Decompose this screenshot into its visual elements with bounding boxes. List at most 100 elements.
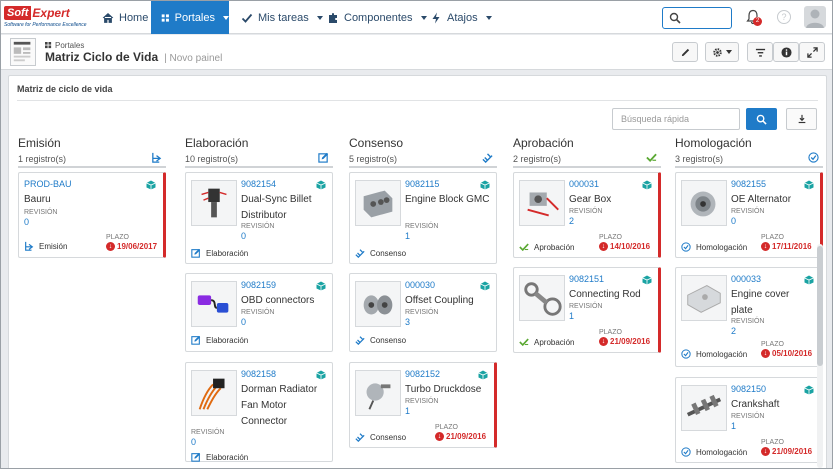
chevron-down-icon bbox=[485, 15, 492, 20]
card-000033[interactable]: 000033 Engine cover plate REVISIÓN 2 PLA… bbox=[675, 267, 823, 367]
card-code[interactable]: 9082155 bbox=[731, 179, 766, 189]
card-9082159[interactable]: 9082159 OBD connectors REVISIÓN 0 Elabor… bbox=[185, 273, 333, 352]
nav-home-label: Home bbox=[119, 11, 149, 24]
nav-shortcuts[interactable]: Atajos bbox=[430, 1, 492, 34]
expand-button[interactable] bbox=[799, 42, 825, 62]
card-code[interactable]: 000030 bbox=[405, 280, 435, 290]
homologation-icon bbox=[808, 152, 819, 163]
approval-icon bbox=[519, 243, 529, 252]
card-code[interactable]: 9082115 bbox=[405, 179, 439, 189]
card-code[interactable]: 9082154 bbox=[241, 179, 276, 189]
card-name: Gear Box bbox=[569, 194, 612, 205]
column-count: 5 registro(s) bbox=[349, 154, 398, 164]
page-title-text: Matriz Ciclo de Vida bbox=[45, 50, 159, 64]
column-count: 2 registro(s) bbox=[513, 154, 562, 164]
arrow-down-icon: ↓ bbox=[761, 242, 770, 251]
approval-icon bbox=[519, 338, 529, 347]
nav-tasks[interactable]: Mis tareas bbox=[241, 1, 323, 34]
stage-label: Consenso bbox=[355, 248, 406, 258]
revision-label: REVISIÓN bbox=[405, 223, 439, 230]
column-count: 3 registro(s) bbox=[675, 154, 724, 164]
nav-components[interactable]: Componentes bbox=[327, 1, 427, 34]
softexpert-logo[interactable]: Soft Expert Software for Performance Exce… bbox=[4, 5, 88, 30]
revision-value: 0 bbox=[191, 437, 197, 447]
nav-portals-label: Portales bbox=[174, 11, 215, 24]
part-thumbnail bbox=[191, 370, 237, 416]
grid-icon bbox=[161, 13, 169, 22]
card-name: Connecting Rod bbox=[569, 289, 641, 300]
approval-icon bbox=[646, 153, 657, 163]
card-9082115[interactable]: 9082115 Engine Block GMC REVISIÓN 1 Cons… bbox=[349, 172, 497, 264]
due-text: 14/10/2016 bbox=[610, 242, 651, 251]
part-thumbnail bbox=[519, 180, 565, 226]
card-code[interactable]: 000033 bbox=[731, 274, 761, 284]
vertical-scrollbar-thumb[interactable] bbox=[817, 246, 823, 366]
arrow-down-icon: ↓ bbox=[599, 242, 608, 251]
card-name: Turbo Druckdose bbox=[405, 384, 482, 395]
part-thumbnail bbox=[355, 180, 401, 226]
due-date: ↓ 17/11/2016 bbox=[761, 242, 812, 251]
card-name: Dual-Sync Billet Distributor bbox=[241, 194, 312, 221]
card-9082151[interactable]: 9082151 Connecting Rod REVISIÓN 1 PLAZO … bbox=[513, 267, 661, 353]
plazo-label: PLAZO bbox=[761, 234, 784, 241]
stage-text: Elaboración bbox=[206, 335, 249, 345]
logo-tagline: Software for Performance Excellence bbox=[4, 22, 87, 28]
column-rule bbox=[513, 166, 661, 168]
card-9082154[interactable]: 9082154 Dual-Sync Billet Distributor REV… bbox=[185, 172, 333, 264]
card-name: OBD connectors bbox=[241, 295, 315, 306]
revision-value: 0 bbox=[241, 231, 247, 241]
card-9082155[interactable]: 9082155 OE Alternator REVISIÓN 0 PLAZO H… bbox=[675, 172, 823, 258]
quick-search-input[interactable]: Búsqueda rápida bbox=[612, 108, 740, 130]
due-text: 17/11/2016 bbox=[772, 242, 812, 251]
edit-button[interactable] bbox=[672, 42, 698, 62]
quick-search-button[interactable] bbox=[746, 108, 777, 130]
cube-icon bbox=[316, 370, 326, 380]
card-9082150[interactable]: 9082150 Crankshaft REVISIÓN 1 PLAZO Homo… bbox=[675, 377, 823, 463]
due-date: ↓ 05/10/2016 bbox=[761, 349, 812, 358]
card-000031[interactable]: 000031 Gear Box REVISIÓN 2 PLAZO Aprobac… bbox=[513, 172, 661, 258]
card-code[interactable]: 000031 bbox=[569, 179, 599, 189]
nav-portals[interactable]: Portales bbox=[151, 1, 229, 34]
column-rule bbox=[18, 166, 166, 168]
global-search[interactable] bbox=[662, 7, 732, 29]
stage-label: Homologación bbox=[681, 349, 747, 359]
part-thumbnail bbox=[681, 180, 727, 226]
stage-label: Consenso bbox=[355, 335, 406, 345]
nav-components-label: Componentes bbox=[344, 11, 413, 24]
card-9082158[interactable]: 9082158 Dorman Radiator Fan Motor Connec… bbox=[185, 362, 333, 462]
card-code[interactable]: 9082150 bbox=[731, 384, 766, 394]
plazo-label: PLAZO bbox=[106, 234, 129, 241]
arrow-down-icon: ↓ bbox=[761, 447, 770, 456]
stage-text: Homologación bbox=[696, 447, 748, 457]
stage-label: Elaboración bbox=[191, 248, 248, 258]
breadcrumb[interactable]: Portales bbox=[45, 41, 84, 50]
card-code[interactable]: 9082151 bbox=[569, 274, 604, 284]
help-icon[interactable]: ? bbox=[777, 10, 791, 24]
homologation-icon bbox=[681, 447, 691, 457]
card-code[interactable]: PROD-BAU bbox=[24, 179, 72, 189]
card-prod-bau[interactable]: PROD-BAU Bauru REVISIÓN 0 PLAZO Emisión … bbox=[18, 172, 166, 258]
settings-button[interactable] bbox=[705, 42, 739, 62]
search-icon bbox=[756, 114, 767, 125]
avatar[interactable] bbox=[804, 6, 826, 28]
card-code[interactable]: 9082152 bbox=[405, 369, 440, 379]
card-code[interactable]: 9082159 bbox=[241, 280, 276, 290]
stage-label: Homologación bbox=[681, 447, 747, 457]
card-000030[interactable]: 000030 Offset Coupling REVISIÓN 3 Consen… bbox=[349, 273, 497, 352]
logo-soft: Soft bbox=[4, 5, 32, 20]
nav-home[interactable]: Home bbox=[97, 1, 149, 34]
arrow-down-icon: ↓ bbox=[435, 432, 444, 441]
filter-button[interactable] bbox=[747, 42, 773, 62]
card-code[interactable]: 9082158 bbox=[241, 369, 276, 379]
cube-icon bbox=[804, 180, 814, 190]
plazo-label: PLAZO bbox=[599, 234, 622, 241]
homologation-icon bbox=[681, 242, 691, 252]
download-button[interactable] bbox=[786, 108, 817, 130]
puzzle-icon bbox=[329, 12, 337, 23]
app-window: Soft Expert Software for Performance Exce… bbox=[0, 0, 833, 469]
notifications-button[interactable]: 2 bbox=[746, 9, 762, 26]
info-button[interactable] bbox=[773, 42, 799, 62]
card-9082152[interactable]: 9082152 Turbo Druckdose REVISIÓN 1 PLAZO… bbox=[349, 362, 497, 448]
search-icon bbox=[669, 12, 681, 24]
cube-icon bbox=[642, 275, 652, 285]
